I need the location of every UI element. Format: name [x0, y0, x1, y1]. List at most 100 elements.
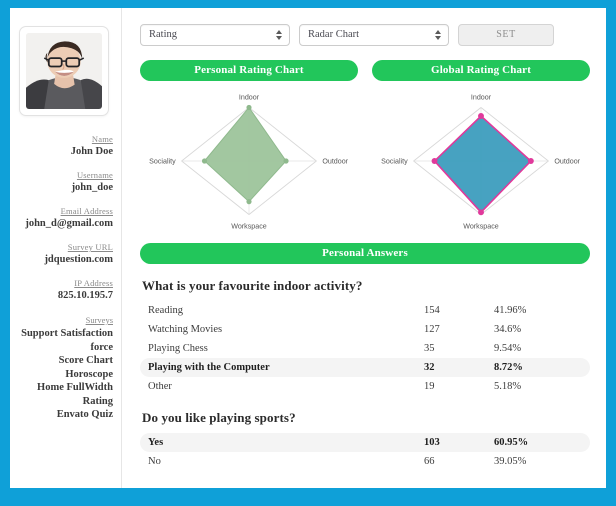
answer-count: 32 [424, 362, 494, 373]
table-row[interactable]: Playing Chess 35 9.54% [140, 339, 590, 358]
question-block: Do you like playing sports? Yes 103 60.9… [140, 410, 590, 471]
profile-field: Survey URL jdquestion.com [14, 242, 113, 267]
answer-percent: 8.72% [494, 362, 580, 373]
field-value-ip: 825.10.195.7 [14, 289, 113, 303]
field-label-name: Name [14, 134, 113, 145]
radar-point [432, 158, 438, 164]
profile-fields: Name John Doe Username john_doe Email Ad… [14, 134, 113, 303]
avatar [26, 33, 102, 109]
axis-label-indoor: Indoor [471, 94, 492, 102]
answer-percent: 5.18% [494, 381, 580, 392]
profile-sidebar: Name John Doe Username john_doe Email Ad… [10, 8, 122, 488]
survey-item-envato-quiz[interactable]: Envato Quiz [14, 408, 113, 422]
avatar-photo-icon [26, 33, 102, 109]
answer-percent: 9.54% [494, 343, 580, 354]
answer-label: Reading [148, 305, 424, 316]
answer-count: 66 [424, 456, 494, 467]
axis-label-workspace: Workspace [463, 222, 499, 230]
field-value-username: john_doe [14, 181, 113, 195]
field-value-name: John Doe [14, 145, 113, 159]
table-row[interactable]: Reading 154 41.96% [140, 301, 590, 320]
radar-point [202, 158, 207, 163]
answer-percent: 39.05% [494, 456, 580, 467]
answer-percent: 34.6% [494, 324, 580, 335]
field-label-username: Username [14, 170, 113, 181]
field-label-survey-url: Survey URL [14, 242, 113, 253]
answer-label: Other [148, 381, 424, 392]
radar-point [528, 158, 534, 164]
profile-field: Name John Doe [14, 134, 113, 159]
survey-item-score-chart[interactable]: Score Chart [14, 354, 113, 368]
axis-label-outdoor: Outdoor [554, 157, 580, 165]
table-row[interactable]: Other 19 5.18% [140, 377, 590, 396]
answer-label: Playing with the Computer [148, 362, 424, 373]
answer-percent: 60.95% [494, 437, 580, 448]
answer-count: 154 [424, 305, 494, 316]
axis-label-workspace: Workspace [231, 222, 267, 230]
chart-controls: Rating Radar Chart SET [140, 24, 590, 46]
global-radar-chart[interactable]: Indoor Outdoor Workspace Sociality [372, 85, 590, 237]
answer-label: Watching Movies [148, 324, 424, 335]
question-title: What is your favourite indoor activity? [142, 278, 590, 294]
updown-caret-icon [435, 29, 442, 41]
surveys-label: Surveys [14, 314, 113, 326]
answer-label: No [148, 456, 424, 467]
question-title: Do you like playing sports? [142, 410, 590, 426]
field-label-email: Email Address [14, 206, 113, 217]
answer-count: 35 [424, 343, 494, 354]
personal-radar-svg: Indoor Outdoor Workspace Sociality [140, 85, 358, 237]
radar-point [478, 113, 484, 119]
profile-field: IP Address 825.10.195.7 [14, 278, 113, 303]
app-frame: Name John Doe Username john_doe Email Ad… [0, 0, 616, 506]
radar-point [246, 199, 251, 204]
answer-count: 19 [424, 381, 494, 392]
survey-item-force[interactable]: force [14, 341, 113, 355]
axis-label-sociality: Sociality [149, 157, 176, 165]
global-chart-panel: Global Rating Chart [372, 60, 590, 237]
field-value-survey-url: jdquestion.com [14, 253, 113, 267]
field-label-ip: IP Address [14, 278, 113, 289]
charts-row: Personal Rating Chart [140, 60, 590, 237]
metric-select[interactable]: Rating [140, 24, 290, 46]
chart-type-select-value: Radar Chart [308, 29, 359, 40]
personal-chart-panel: Personal Rating Chart [140, 60, 358, 237]
answer-count: 103 [424, 437, 494, 448]
axis-label-sociality: Sociality [381, 157, 408, 165]
survey-item-support-satisfaction[interactable]: Support Satisfaction [14, 327, 113, 341]
page-sheet: Name John Doe Username john_doe Email Ad… [10, 8, 606, 488]
answer-percent: 41.96% [494, 305, 580, 316]
updown-caret-icon [276, 29, 283, 41]
radar-point [246, 105, 251, 110]
answer-label: Playing Chess [148, 343, 424, 354]
survey-item-rating[interactable]: Rating [14, 395, 113, 409]
radar-point [478, 209, 484, 215]
answer-count: 127 [424, 324, 494, 335]
radar-point [283, 158, 288, 163]
avatar-frame [19, 26, 109, 116]
radar-series-global [432, 113, 534, 215]
axis-label-indoor: Indoor [239, 94, 260, 102]
set-button[interactable]: SET [458, 24, 554, 46]
main-content: Rating Radar Chart SET Personal Rating C… [122, 8, 606, 488]
table-row-selected[interactable]: Playing with the Computer 32 8.72% [140, 358, 590, 377]
survey-item-horoscope[interactable]: Horoscope [14, 368, 113, 382]
radar-series-personal [202, 105, 289, 204]
axis-label-outdoor: Outdoor [322, 157, 348, 165]
survey-item-home-fullwidth[interactable]: Home FullWidth [14, 381, 113, 395]
chart-type-select[interactable]: Radar Chart [299, 24, 449, 46]
profile-field: Email Address john_d@gmail.com [14, 206, 113, 231]
answer-label: Yes [148, 437, 424, 448]
personal-answers-header[interactable]: Personal Answers [140, 243, 590, 264]
field-value-email: john_d@gmail.com [14, 217, 113, 231]
table-row-selected[interactable]: Yes 103 60.95% [140, 433, 590, 452]
table-row[interactable]: Watching Movies 127 34.6% [140, 320, 590, 339]
profile-field: Username john_doe [14, 170, 113, 195]
global-chart-title[interactable]: Global Rating Chart [372, 60, 590, 81]
surveys-section: Surveys Support Satisfaction force Score… [14, 314, 113, 422]
table-row[interactable]: No 66 39.05% [140, 452, 590, 471]
global-radar-svg: Indoor Outdoor Workspace Sociality [372, 85, 590, 237]
metric-select-value: Rating [149, 29, 177, 40]
question-block: What is your favourite indoor activity? … [140, 278, 590, 396]
personal-chart-title[interactable]: Personal Rating Chart [140, 60, 358, 81]
personal-radar-chart[interactable]: Indoor Outdoor Workspace Sociality [140, 85, 358, 237]
